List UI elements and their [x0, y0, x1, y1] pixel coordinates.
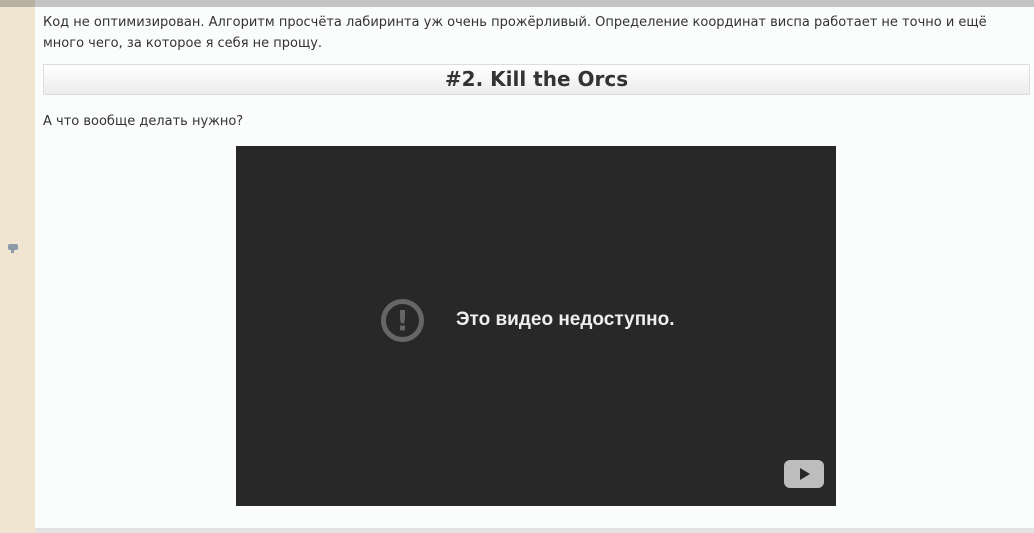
warning-icon: ! [381, 299, 424, 342]
bottom-border [35, 528, 1034, 533]
paragraph: Код не оптимизирован. Алгоритм просчёта … [43, 15, 987, 51]
section-heading: #2. Kill the Orcs [43, 64, 1030, 95]
video-unavailable-message: Это видео недоступно. [456, 309, 675, 330]
top-bar [0, 0, 1034, 7]
post-content: Код не оптимизирован. Алгоритм просчёта … [35, 7, 1034, 528]
sidebar [0, 7, 35, 533]
comment-icon[interactable] [8, 244, 18, 253]
paragraph: А что вообще делать нужно? [43, 114, 244, 129]
video-player[interactable]: ! Это видео недоступно. [236, 146, 836, 506]
youtube-logo-icon[interactable] [784, 460, 824, 488]
